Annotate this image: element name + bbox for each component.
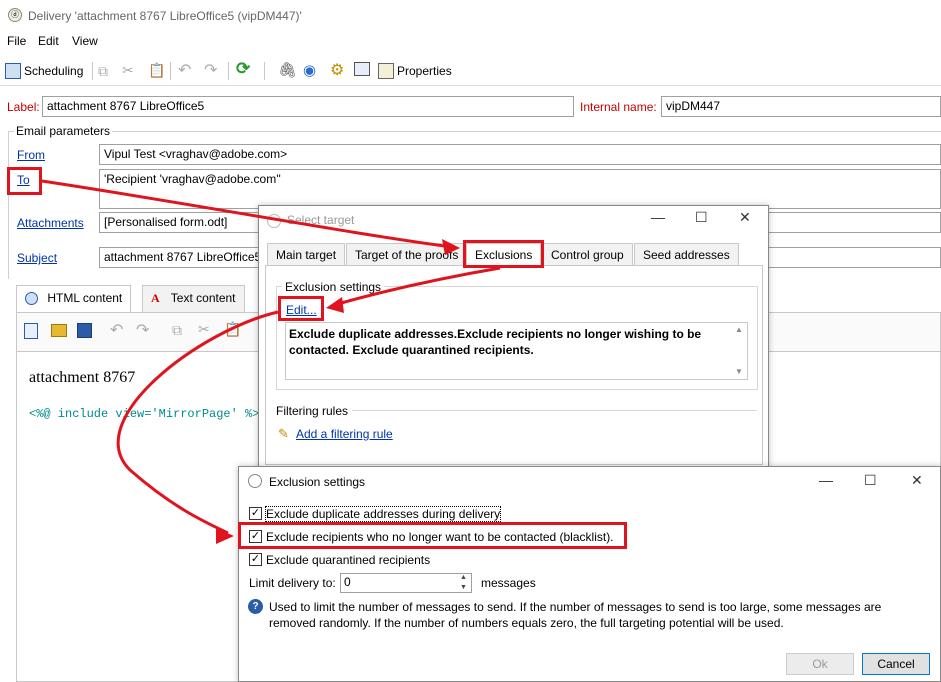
toolbar xyxy=(0,56,941,86)
editor-code: <%@ include view='MirrorPage' %> xyxy=(29,407,260,421)
editor-heading: attachment 8767 xyxy=(29,369,136,386)
tab-text-label: Text content xyxy=(170,291,236,305)
copy-icon[interactable]: ⧉ xyxy=(172,322,182,339)
menu-view[interactable]: View xyxy=(72,34,98,48)
tab-control-group[interactable]: Control group xyxy=(542,243,633,265)
exclusion-summary: Exclude duplicate addresses.Exclude reci… xyxy=(285,322,748,380)
calendar-icon xyxy=(5,63,21,79)
tab-text-content[interactable]: A Text content xyxy=(142,285,245,312)
undo-icon[interactable]: ↶ xyxy=(110,320,123,340)
paste-icon[interactable]: 📋 xyxy=(224,321,241,338)
wand-icon: ✎ xyxy=(278,426,289,441)
dialog-app-icon xyxy=(248,474,262,488)
exclusion-settings-title: Exclusion settings xyxy=(282,280,385,294)
select-target-title: Select target xyxy=(287,213,355,227)
maximize-icon[interactable]: ☐ xyxy=(695,209,708,226)
menu-bar: File Edit View xyxy=(0,32,941,52)
to-field[interactable]: 'Recipient 'vraghav@adobe.com'' xyxy=(99,169,941,209)
dialog-app-icon xyxy=(267,214,281,228)
tab-seed-addresses[interactable]: Seed addresses xyxy=(634,243,739,265)
save-icon[interactable] xyxy=(77,323,92,338)
label-caption: Label: xyxy=(7,100,40,114)
from-field[interactable]: Vipul Test <vraghav@adobe.com> xyxy=(99,144,941,165)
paste-icon[interactable]: 📋 xyxy=(148,62,165,79)
maximize-icon[interactable]: ☐ xyxy=(864,472,877,489)
internal-name-field[interactable]: vipDM447 xyxy=(661,96,941,117)
limit-delivery-input[interactable]: 0 xyxy=(340,573,472,593)
toolbar-separator xyxy=(170,62,171,80)
app-icon: ⓓ xyxy=(8,8,22,22)
exclusion-dialog-title: Exclusion settings xyxy=(269,475,366,489)
help-icon: ? xyxy=(248,599,263,614)
folder-icon[interactable] xyxy=(51,324,67,337)
filtering-rules-divider xyxy=(352,410,757,411)
html-icon xyxy=(25,292,38,306)
stepper-up-icon[interactable]: ▲ xyxy=(460,574,467,581)
limit-unit-label: messages xyxy=(481,576,536,590)
stepper-down-icon[interactable]: ▼ xyxy=(460,584,467,591)
exclude-quarantined-label: Exclude quarantined recipients xyxy=(266,553,431,567)
gear-icon[interactable]: ⚙ xyxy=(330,60,344,80)
minimize-icon[interactable]: — xyxy=(651,209,665,225)
internal-name-caption: Internal name: xyxy=(580,100,657,114)
minimize-icon[interactable]: — xyxy=(819,472,833,488)
from-link[interactable]: From xyxy=(17,148,45,162)
tab-html-label: HTML content xyxy=(47,291,123,305)
tab-exclusions[interactable]: Exclusions xyxy=(466,243,542,265)
undo-icon[interactable]: ↶ xyxy=(178,60,191,80)
properties-button[interactable]: Properties xyxy=(378,62,452,80)
subject-link[interactable]: Subject xyxy=(17,251,57,265)
new-doc-icon[interactable] xyxy=(24,323,38,339)
cancel-button[interactable]: Cancel xyxy=(862,653,930,675)
tab-target-of-proofs[interactable]: Target of the proofs xyxy=(346,243,468,265)
exclusion-summary-text: Exclude duplicate addresses.Exclude reci… xyxy=(289,327,702,357)
title-bar: ⓓ Delivery 'attachment 8767 LibreOffice5… xyxy=(0,0,941,32)
to-link[interactable]: To xyxy=(17,173,30,187)
edit-link[interactable]: Edit... xyxy=(286,303,317,317)
tab-main-target[interactable]: Main target xyxy=(267,243,346,265)
help-text: Used to limit the number of messages to … xyxy=(269,600,882,630)
attachment-icon[interactable]: 🖇 xyxy=(278,61,297,79)
limit-delivery-label: Limit delivery to: xyxy=(249,576,336,590)
form-icon[interactable] xyxy=(354,62,370,76)
window-title: Delivery 'attachment 8767 LibreOffice5 (… xyxy=(28,9,302,23)
toolbar-separator xyxy=(264,62,265,80)
redo-icon[interactable]: ↷ xyxy=(204,60,217,80)
close-icon[interactable]: ✕ xyxy=(739,209,751,226)
globe-icon[interactable]: ◉ xyxy=(303,61,316,79)
tab-html-content[interactable]: HTML content xyxy=(16,285,132,312)
menu-file[interactable]: File xyxy=(7,34,26,48)
filtering-rules-title: Filtering rules xyxy=(276,404,349,418)
exclude-quarantined-checkbox[interactable]: ✓ xyxy=(249,553,262,566)
label-field[interactable]: attachment 8767 LibreOffice5 xyxy=(42,96,574,117)
refresh-icon[interactable]: ⟳ xyxy=(236,59,250,79)
cut-icon[interactable]: ✂ xyxy=(122,62,134,79)
text-icon: A xyxy=(151,291,160,305)
toolbar-separator xyxy=(228,62,229,80)
add-filtering-rule-link[interactable]: Add a filtering rule xyxy=(296,427,393,441)
menu-edit[interactable]: Edit xyxy=(38,34,59,48)
scheduling-button[interactable]: Scheduling xyxy=(5,62,83,80)
copy-icon[interactable]: ⧉ xyxy=(98,63,108,80)
scroll-down-icon[interactable]: ▼ xyxy=(735,367,743,376)
scroll-up-icon[interactable]: ▲ xyxy=(735,325,743,334)
close-icon[interactable]: ✕ xyxy=(911,472,923,489)
scheduling-label: Scheduling xyxy=(24,64,84,78)
exclude-duplicates-checkbox[interactable]: ✓ xyxy=(249,507,262,520)
ok-button[interactable]: Ok xyxy=(786,653,854,675)
exclude-blacklist-checkbox[interactable]: ✓ xyxy=(249,530,262,543)
exclude-blacklist-label: Exclude recipients who no longer want to… xyxy=(266,530,614,544)
cut-icon[interactable]: ✂ xyxy=(198,321,210,338)
properties-label: Properties xyxy=(397,64,452,78)
attachments-link[interactable]: Attachments xyxy=(17,216,84,230)
redo-icon[interactable]: ↷ xyxy=(136,320,149,340)
toolbar-separator xyxy=(92,62,93,80)
email-params-title: Email parameters xyxy=(14,124,113,138)
exclude-duplicates-label: Exclude duplicate addresses during deliv… xyxy=(264,506,502,522)
properties-icon xyxy=(378,63,394,79)
